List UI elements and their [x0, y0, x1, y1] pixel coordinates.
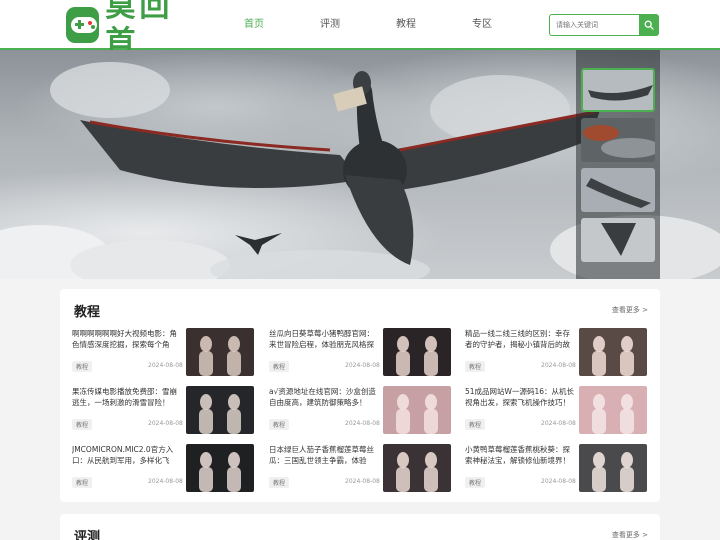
- gamepad-icon: [66, 7, 100, 43]
- banner-thumb[interactable]: [581, 168, 655, 212]
- category-tag[interactable]: 教程: [72, 419, 93, 430]
- article-title[interactable]: 果冻传媒电影播放免费邵：雪崩逃生，一场刺激的滑雪冒险！: [72, 386, 182, 408]
- article-thumbnail[interactable]: [186, 386, 254, 434]
- article-title[interactable]: 日本绿巨人茄子香蕉榴莲草莓丝瓜：三国乱世领主争霸，体验放...: [269, 444, 379, 466]
- nav-item-reviews[interactable]: 评测: [292, 0, 368, 50]
- category-tag[interactable]: 教程: [465, 477, 486, 488]
- category-tag[interactable]: 教程: [72, 477, 93, 488]
- tutorials-section: 教程 查看更多 > 啊啊啊啊啊啊好大视频电影：角色情感深度挖掘，探索每个角色..…: [60, 289, 660, 502]
- publish-date: 2024-08-08: [148, 420, 183, 427]
- article-title[interactable]: 小黄鸭草莓榴莲香蕉桃秋葵：探索神秘法宝，解锁修仙新境界！: [465, 444, 575, 466]
- article-card[interactable]: a√资源地址在线官网：沙盒创造自由度高，建筑防御策略多！ 教程 2024-08-08: [269, 386, 451, 434]
- publish-date: 2024-08-08: [345, 420, 380, 427]
- category-tag[interactable]: 教程: [269, 419, 290, 430]
- publish-date: 2024-08-08: [148, 362, 183, 369]
- banner-thumbnails: [576, 50, 660, 279]
- article-title[interactable]: JMCOMICRON.MIC2.0官方入口：从民航到军用，多样化飞机...: [72, 444, 182, 466]
- article-title[interactable]: a√资源地址在线官网：沙盒创造自由度高，建筑防御策略多！: [269, 386, 379, 408]
- publish-date: 2024-08-08: [148, 478, 183, 485]
- publish-date: 2024-08-08: [541, 478, 576, 485]
- search-input[interactable]: [549, 14, 639, 36]
- banner-thumb[interactable]: [581, 118, 655, 162]
- article-card[interactable]: JMCOMICRON.MIC2.0官方入口：从民航到军用，多样化飞机... 教程 2…: [72, 444, 254, 492]
- main-nav: 首页 评测 教程 专区: [216, 0, 520, 50]
- section-title: 评测: [74, 526, 100, 540]
- nav-item-tutorials[interactable]: 教程: [368, 0, 444, 50]
- category-tag[interactable]: 教程: [465, 361, 486, 372]
- article-thumbnail[interactable]: [383, 386, 451, 434]
- banner-thumb[interactable]: [581, 218, 655, 262]
- article-card[interactable]: 小黄鸭草莓榴莲香蕉桃秋葵：探索神秘法宝，解锁修仙新境界！ 教程 2024-08-08: [465, 444, 647, 492]
- publish-date: 2024-08-08: [345, 362, 380, 369]
- nav-item-home[interactable]: 首页: [216, 0, 292, 50]
- view-more-link[interactable]: 查看更多 >: [612, 305, 648, 315]
- publish-date: 2024-08-08: [541, 362, 576, 369]
- nav-item-zones[interactable]: 专区: [444, 0, 520, 50]
- article-thumbnail[interactable]: [579, 328, 647, 376]
- section-title: 教程: [74, 301, 101, 321]
- category-tag[interactable]: 教程: [72, 361, 93, 372]
- category-tag[interactable]: 教程: [269, 477, 290, 488]
- publish-date: 2024-08-08: [541, 420, 576, 427]
- article-thumbnail[interactable]: [383, 328, 451, 376]
- article-thumbnail[interactable]: [186, 444, 254, 492]
- article-card[interactable]: 精品一线二线三线的区别：幸存者的守护者，揭秘小镇背后的故事！ 教程 2024-08-…: [465, 328, 647, 376]
- article-title[interactable]: 啊啊啊啊啊啊好大视频电影：角色情感深度挖掘，探索每个角色...: [72, 328, 182, 350]
- article-thumbnail[interactable]: [186, 328, 254, 376]
- banner-thumb[interactable]: [581, 68, 655, 112]
- article-card[interactable]: 日本绿巨人茄子香蕉榴莲草莓丝瓜：三国乱世领主争霸，体验放... 教程 2024-08…: [269, 444, 451, 492]
- search-icon: [644, 20, 654, 30]
- site-logo[interactable]: 莫回首: [66, 0, 200, 60]
- category-tag[interactable]: 教程: [269, 361, 290, 372]
- article-title[interactable]: 精品一线二线三线的区别：幸存者的守护者，揭秘小镇背后的故事！: [465, 328, 575, 350]
- reviews-section: 评测 查看更多 >: [60, 514, 660, 540]
- article-card[interactable]: 丝瓜向日葵草莓小猪鸭醇官网：来世冒险启程，体验朋克风格探索！ 教程 2024-08-…: [269, 328, 451, 376]
- category-tag[interactable]: 教程: [465, 419, 486, 430]
- search-box: [549, 14, 659, 36]
- article-title[interactable]: 丝瓜向日葵草莓小猪鸭醇官网：来世冒险启程，体验朋克风格探索！: [269, 328, 379, 350]
- article-thumbnail[interactable]: [579, 386, 647, 434]
- article-card[interactable]: 啊啊啊啊啊啊好大视频电影：角色情感深度挖掘，探索每个角色... 教程 2024-08…: [72, 328, 254, 376]
- site-header: 莫回首 首页 评测 教程 专区: [0, 0, 720, 60]
- view-more-link[interactable]: 查看更多 >: [612, 530, 648, 540]
- publish-date: 2024-08-08: [345, 478, 380, 485]
- article-thumbnail[interactable]: [383, 444, 451, 492]
- article-title[interactable]: 51成品网站W一源码16：从机长视角出发，探索飞机操作技巧！: [465, 386, 575, 408]
- article-card[interactable]: 51成品网站W一源码16：从机长视角出发，探索飞机操作技巧！ 教程 2024-08-…: [465, 386, 647, 434]
- article-card[interactable]: 果冻传媒电影播放免费邵：雪崩逃生，一场刺激的滑雪冒险！ 教程 2024-08-08: [72, 386, 254, 434]
- article-thumbnail[interactable]: [579, 444, 647, 492]
- search-button[interactable]: [639, 14, 659, 36]
